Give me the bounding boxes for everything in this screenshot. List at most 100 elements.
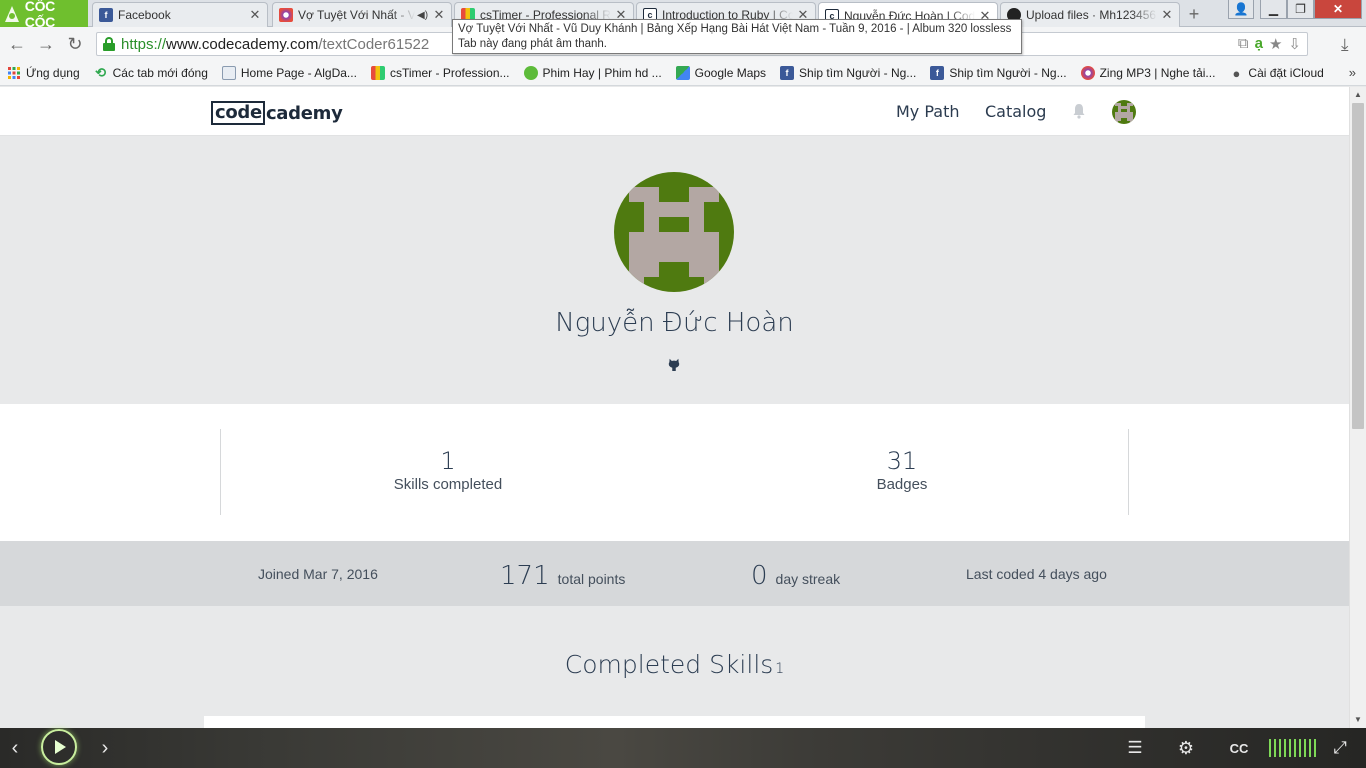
completed-skills-section: Completed Skills 1	[0, 606, 1349, 728]
browser-brand-logo[interactable]: CỐC CỐC	[0, 0, 88, 30]
url-path: /textCoder61522	[318, 35, 430, 53]
downloads-icon[interactable]: ⤓	[1341, 35, 1349, 55]
nav-catalog[interactable]: Catalog	[985, 102, 1046, 121]
zing-icon	[279, 8, 293, 22]
scroll-thumb[interactable]	[1352, 103, 1364, 429]
speaker-icon[interactable]: ◀)	[417, 10, 429, 21]
codecademy-logo[interactable]: code cademy	[211, 101, 343, 125]
stat-value: 31	[886, 447, 918, 475]
bookmark-zing-mp3[interactable]: Zing MP3 | Nghe tải...	[1080, 66, 1216, 80]
minimize-button[interactable]: ▁	[1260, 0, 1287, 19]
bookmark-label: Cài đặt iCloud	[1248, 66, 1324, 80]
cstimer-icon	[370, 66, 385, 80]
page-scrollbar[interactable]: ▲ ▼	[1349, 87, 1366, 728]
browser-brand-text: CỐC CỐC	[24, 0, 56, 30]
stat-skills-completed: 1 Skills completed	[298, 447, 598, 495]
play-icon	[55, 740, 66, 754]
stats-section: 1 Skills completed 31 Badges	[0, 404, 1349, 541]
scroll-down-arrow[interactable]: ▼	[1353, 715, 1363, 725]
bookmark-label: Ứng dụng	[26, 66, 80, 80]
tab-github-upload[interactable]: Upload files · Mh123456 ✕	[1000, 2, 1180, 27]
bookmark-label: Zing MP3 | Nghe tải...	[1099, 66, 1216, 80]
tab-tooltip: Vợ Tuyệt Với Nhất - Vũ Duy Khánh | Bảng …	[452, 19, 1022, 54]
close-icon[interactable]: ✕	[433, 7, 445, 23]
bookmark-recent-tabs[interactable]: ⟲ Các tab mới đóng	[94, 65, 208, 80]
stats-box: 1 Skills completed 31 Badges	[220, 429, 1129, 515]
vietnamese-input-icon[interactable]: ạ	[1255, 35, 1263, 53]
maps-icon	[675, 66, 690, 80]
profile-avatar	[614, 172, 734, 292]
bookmark-label: Home Page - AlgDa...	[240, 66, 357, 80]
apple-icon: ●	[1232, 65, 1241, 81]
stat-label: Badges	[876, 476, 928, 493]
settings-gear-icon[interactable]: ⚙	[1174, 735, 1198, 761]
film-icon	[523, 66, 538, 80]
translate-icon[interactable]: ⧉	[1238, 35, 1249, 53]
profile-icon[interactable]: 👤	[1228, 0, 1254, 19]
bookmark-ship-tim-nguoi-1[interactable]: f Ship tìm Người - Ng...	[780, 66, 916, 80]
avatar-image	[614, 172, 734, 292]
bookmark-ship-tim-nguoi-2[interactable]: f Ship tìm Người - Ng...	[930, 66, 1067, 80]
close-icon[interactable]: ✕	[1161, 7, 1173, 23]
nav-my-path[interactable]: My Path	[896, 102, 960, 121]
github-icon[interactable]	[667, 356, 681, 371]
tooltip-audio-note: Tab này đang phát âm thanh.	[458, 38, 607, 50]
bookmarks-overflow-button[interactable]: »	[1349, 65, 1356, 80]
page-viewport: code cademy My Path Catalog Nguyễn Đức Ho…	[0, 87, 1349, 728]
stat-badges[interactable]: 31 Badges	[752, 447, 1052, 495]
bookmark-label: csTimer - Profession...	[389, 66, 510, 80]
new-tab-button[interactable]: +	[1183, 5, 1205, 23]
tab-title: Facebook	[118, 8, 171, 22]
bell-icon[interactable]	[1071, 103, 1087, 119]
tab-vo-tuyet-voi-nhat[interactable]: Vợ Tuyệt Với Nhất - V ◀) ✕	[272, 2, 452, 27]
forward-button[interactable]: →	[36, 34, 56, 54]
day-streak: 0 day streak	[751, 561, 840, 591]
volume-level-icon[interactable]	[1269, 739, 1316, 757]
bookmark-cstimer[interactable]: csTimer - Profession...	[370, 66, 510, 80]
captions-button[interactable]: CC	[1226, 735, 1252, 761]
completed-skills-heading: Completed Skills 1	[0, 650, 1349, 679]
last-coded: Last coded 4 days ago	[966, 566, 1107, 582]
close-icon[interactable]: ✕	[249, 7, 261, 23]
star-icon[interactable]: ★	[1269, 35, 1282, 53]
profile-hero: Nguyễn Đức Hoàn	[0, 136, 1349, 404]
logo-code: code	[211, 101, 263, 125]
playlist-icon[interactable]: ☰	[1124, 735, 1146, 761]
activity-summary: Joined Mar 7, 2016 171 total points 0 da…	[0, 541, 1349, 606]
play-button[interactable]	[41, 729, 77, 765]
bookmark-apps[interactable]: Ứng dụng	[7, 66, 80, 80]
fullscreen-icon[interactable]: ⤢	[1328, 735, 1352, 761]
tab-title: Vợ Tuyệt Với Nhất - V	[298, 8, 415, 22]
url-scheme: https://	[121, 35, 167, 53]
bookmark-label: Phim Hay | Phim hd ...	[542, 66, 662, 80]
bookmarks-bar: Ứng dụng ⟲ Các tab mới đóng Home Page - …	[0, 61, 1366, 86]
scroll-up-arrow[interactable]: ▲	[1353, 90, 1363, 100]
skills-count: 1	[775, 661, 785, 677]
back-button[interactable]: ←	[7, 34, 27, 54]
url-host: www.codecademy.com	[166, 35, 319, 53]
zing-icon	[1080, 66, 1095, 80]
bookmark-algda[interactable]: Home Page - AlgDa...	[221, 66, 357, 80]
coccoc-icon	[2, 3, 22, 25]
media-player-bar: ‹ › ☰ ⚙ CC ⤢	[0, 728, 1366, 768]
avatar-image	[1112, 100, 1136, 124]
skill-card[interactable]	[204, 716, 1145, 728]
reload-button[interactable]: ↻	[65, 34, 85, 54]
tab-facebook[interactable]: f Facebook ✕	[92, 2, 268, 27]
logo-cursor	[262, 101, 265, 125]
facebook-icon: f	[930, 66, 945, 80]
facebook-icon: f	[780, 66, 795, 80]
bookmark-phim-hay[interactable]: Phim Hay | Phim hd ...	[523, 66, 662, 80]
joined-text: Joined Mar 7, 2016	[258, 566, 378, 582]
previous-button[interactable]: ‹	[6, 735, 24, 761]
maximize-button[interactable]: ❐	[1287, 0, 1314, 19]
download-arrow-icon[interactable]: ⇩	[1288, 35, 1301, 53]
site-header: code cademy My Path Catalog	[0, 87, 1349, 136]
apps-grid-icon	[7, 66, 21, 80]
tooltip-title: Vợ Tuyệt Với Nhất - Vũ Duy Khánh | Bảng …	[458, 23, 1012, 35]
bookmark-icloud[interactable]: ● Cài đặt iCloud	[1229, 65, 1324, 81]
next-button[interactable]: ›	[96, 735, 114, 761]
user-avatar-menu[interactable]	[1112, 100, 1136, 124]
window-close-button[interactable]: ✕	[1314, 0, 1362, 19]
bookmark-google-maps[interactable]: Google Maps	[675, 66, 766, 80]
